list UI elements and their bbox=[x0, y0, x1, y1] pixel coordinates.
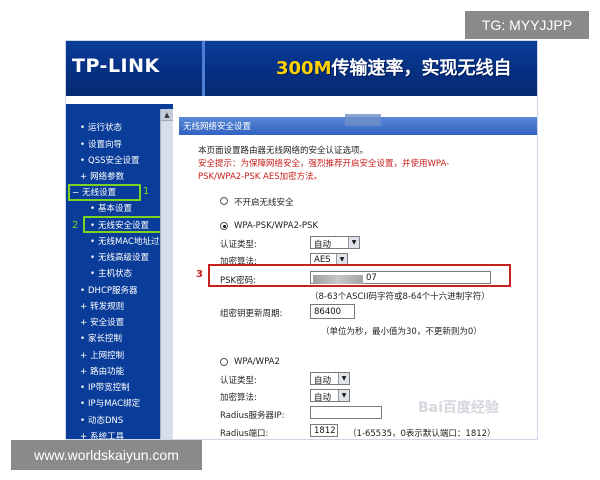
group-key-renew-label: 组密钥更新周期: bbox=[220, 309, 283, 319]
auth-type-select[interactable]: 自动 ▼ bbox=[310, 236, 360, 250]
site-url-badge: www.worldskaiyun.com bbox=[11, 440, 202, 470]
brand-logo: TP-LINK bbox=[72, 55, 160, 77]
sidebar-item-network[interactable]: + 网络参数 bbox=[80, 170, 124, 182]
sidebar-item-parental[interactable]: • 家长控制 bbox=[80, 332, 122, 344]
option-wpa-label: WPA/WPA2 bbox=[234, 357, 280, 367]
intro-text: 本页面设置路由器无线网络的安全认证选项。 bbox=[198, 146, 369, 156]
highlight-psk-password bbox=[208, 264, 511, 287]
baidu-jingyan-watermark: Bai百度经验 bbox=[418, 400, 499, 416]
radio-wpa-psk[interactable] bbox=[220, 222, 228, 230]
radius-ip-label: Radius服务器IP: bbox=[220, 411, 285, 421]
sidebar-item-forwarding[interactable]: + 转发规则 bbox=[80, 300, 124, 312]
annotation-step-2: 2 bbox=[72, 220, 79, 231]
sidebar-item-status[interactable]: • 运行状态 bbox=[80, 121, 122, 133]
sidebar-item-mac-filter[interactable]: • 无线MAC地址过滤 bbox=[90, 235, 168, 247]
header-divider bbox=[202, 41, 205, 96]
sidebar-item-ip-mac-binding[interactable]: • IP与MAC绑定 bbox=[80, 397, 140, 409]
banner-speed: 300M bbox=[276, 58, 332, 79]
sidebar-item-wizard[interactable]: • 设置向导 bbox=[80, 138, 122, 150]
encryption-2-label: 加密算法: bbox=[220, 393, 257, 403]
channel-watermark-badge: TG: MYYJJPP bbox=[465, 11, 589, 39]
annotation-step-1: 1 bbox=[143, 186, 150, 197]
radius-port-hint: （1-65535，0表示默认端口：1812） bbox=[348, 429, 496, 439]
sidebar-item-advanced[interactable]: • 无线高级设置 bbox=[90, 251, 149, 263]
group-key-renew-input[interactable]: 86400 bbox=[310, 304, 355, 319]
sidebar-item-security[interactable]: + 安全设置 bbox=[80, 316, 124, 328]
radio-wpa[interactable] bbox=[220, 358, 228, 366]
panel-title-bar: 无线网络安全设置 bbox=[179, 114, 537, 135]
sidebar-item-qss[interactable]: • QSS安全设置 bbox=[80, 154, 140, 166]
panel-title: 无线网络安全设置 bbox=[183, 122, 252, 132]
sidebar-nav: • 运行状态 • 设置向导 • QSS安全设置 + 网络参数 − 无线设置 • 基本设置 •… bbox=[66, 104, 173, 439]
annotation-step-3: 3 bbox=[196, 269, 203, 280]
radius-port-label: Radius端口: bbox=[220, 429, 269, 439]
highlight-wireless-security bbox=[83, 216, 162, 233]
banner-slogan: 300M传输速率，实现无线自 bbox=[276, 54, 512, 80]
scroll-up-arrow-icon[interactable]: ▲ bbox=[161, 109, 173, 121]
security-tip-line1: 安全提示：为保障网络安全，强烈推荐开启安全设置，并使用WPA- bbox=[198, 159, 450, 169]
highlight-wireless-settings bbox=[68, 184, 141, 201]
chevron-down-icon: ▼ bbox=[338, 373, 349, 384]
banner-text: 传输速率，实现无线自 bbox=[331, 58, 512, 79]
sidebar-item-system-tools[interactable]: + 系统工具 bbox=[80, 430, 124, 439]
radius-ip-input[interactable] bbox=[310, 406, 382, 419]
sidebar-item-ddns[interactable]: • 动态DNS bbox=[80, 414, 123, 426]
auth-type-2-select[interactable]: 自动 ▼ bbox=[310, 372, 350, 386]
sidebar-item-access-control[interactable]: + 上网控制 bbox=[80, 349, 124, 361]
option-wpa-psk-label: WPA-PSK/WPA2-PSK bbox=[234, 221, 319, 231]
sidebar-item-host-status[interactable]: • 主机状态 bbox=[90, 267, 132, 279]
sidebar-scrollbar[interactable]: ▲ bbox=[160, 109, 173, 439]
auth-type-2-label: 认证类型: bbox=[220, 376, 257, 386]
router-admin-screenshot: TP-LINK 300M传输速率，实现无线自 • 运行状态 • 设置向导 • QSS安… bbox=[65, 40, 538, 440]
header-banner: TP-LINK 300M传输速率，实现无线自 bbox=[66, 41, 537, 96]
sidebar-item-basic[interactable]: • 基本设置 bbox=[90, 202, 132, 214]
title-bar-ornament bbox=[345, 114, 381, 126]
group-key-renew-hint: （单位为秒，最小值为30，不更新则为0） bbox=[321, 327, 482, 337]
option-disable-security-label: 不开启无线安全 bbox=[234, 198, 294, 208]
chevron-down-icon: ▼ bbox=[338, 390, 349, 401]
chevron-down-icon: ▼ bbox=[348, 237, 359, 248]
main-panel: 无线网络安全设置 本页面设置路由器无线网络的安全认证选项。 安全提示：为保障网络… bbox=[176, 104, 537, 439]
security-tip-line2: PSK/WPA2-PSK AES加密方法。 bbox=[198, 172, 323, 182]
radio-disable-security[interactable] bbox=[220, 197, 228, 205]
sidebar-item-routing[interactable]: + 路由功能 bbox=[80, 365, 124, 377]
auth-type-label: 认证类型: bbox=[220, 240, 257, 250]
encryption-2-select[interactable]: 自动 ▼ bbox=[310, 389, 350, 403]
sidebar-item-bandwidth[interactable]: • IP带宽控制 bbox=[80, 381, 130, 393]
radius-port-input[interactable]: 1812 bbox=[310, 424, 338, 437]
sidebar-item-dhcp[interactable]: • DHCP服务器 bbox=[80, 284, 138, 296]
psk-hint: （8-63个ASCII码字符或8-64个十六进制字符） bbox=[310, 292, 490, 302]
